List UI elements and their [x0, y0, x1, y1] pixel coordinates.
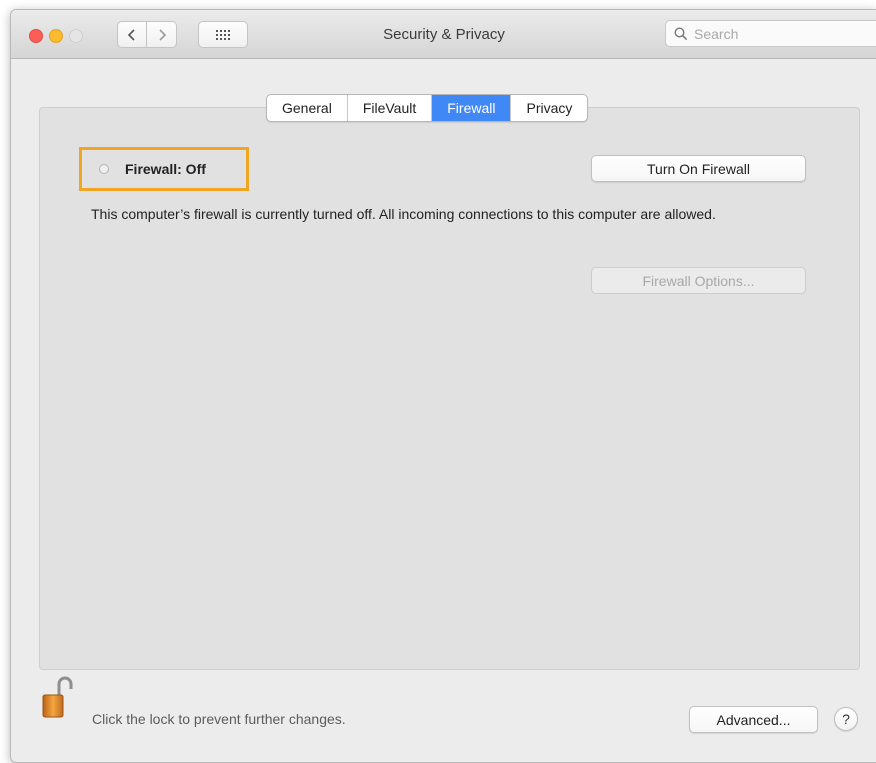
title-bar: Security & Privacy Search	[11, 10, 876, 59]
search-placeholder: Search	[694, 25, 739, 42]
turn-on-firewall-button[interactable]: Turn On Firewall	[591, 155, 806, 182]
firewall-status-highlight: Firewall: Off	[79, 147, 249, 191]
lock-message: Click the lock to prevent further change…	[92, 711, 346, 727]
firewall-options-button[interactable]: Firewall Options...	[591, 267, 806, 294]
tab-bar: General FileVault Firewall Privacy	[266, 94, 589, 122]
help-button[interactable]: ?	[834, 707, 858, 731]
preferences-window: Security & Privacy Search General FileVa…	[10, 9, 876, 763]
tab-firewall[interactable]: Firewall	[432, 95, 512, 121]
status-indicator-icon	[99, 164, 109, 174]
tab-privacy[interactable]: Privacy	[511, 95, 587, 121]
tab-general[interactable]: General	[267, 95, 348, 121]
tab-filevault[interactable]: FileVault	[348, 95, 433, 121]
search-icon	[674, 26, 688, 40]
firewall-panel	[39, 107, 860, 670]
firewall-status-label: Firewall: Off	[125, 161, 206, 177]
firewall-description: This computer’s firewall is currently tu…	[91, 206, 716, 222]
lock-open-icon[interactable]	[41, 674, 73, 718]
advanced-button[interactable]: Advanced...	[689, 706, 818, 733]
search-field[interactable]: Search	[665, 20, 876, 47]
